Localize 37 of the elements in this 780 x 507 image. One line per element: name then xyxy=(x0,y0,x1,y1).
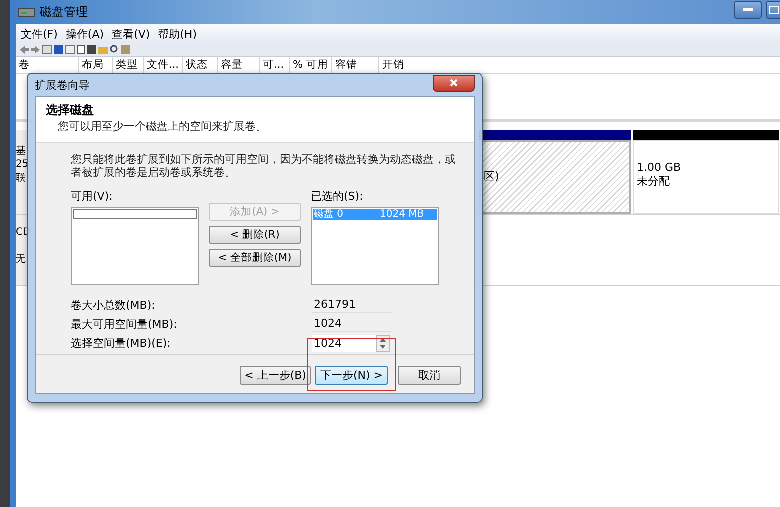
wizard-button[interactable]: 取消 xyxy=(398,366,461,384)
disk-label-text: 联 xyxy=(16,172,27,185)
partition-block[interactable]: 1.00 GB 未分配 xyxy=(633,140,779,214)
list-button[interactable]: < 删除(R) xyxy=(209,226,301,244)
dialog-title: 扩展卷向导 xyxy=(35,78,90,92)
menu-item[interactable]: 文件(F) xyxy=(20,27,59,42)
minimize-icon xyxy=(743,8,753,12)
disk-label-text: 基 xyxy=(16,144,27,158)
list-label: 已选的(S): xyxy=(311,189,364,204)
forward-arrow-icon[interactable] xyxy=(31,46,40,54)
spin-input-field[interactable]: 1024 xyxy=(312,335,376,352)
field-label: 选择空间量(MB)(E): xyxy=(71,336,172,351)
menu-item[interactable]: 操作(A) xyxy=(64,27,106,42)
menu-item[interactable]: 查看(V) xyxy=(111,27,152,42)
wizard-button[interactable]: 下一步(N) > xyxy=(315,366,388,384)
disk-label-text: 无 xyxy=(16,253,27,266)
step-heading: 选择磁盘 xyxy=(46,102,95,119)
description-text: 您只能将此卷扩展到如下所示的可用空间，因为不能将磁盘转换为动态磁盘，或者被扩展的卷是启动卷或系统卷。 xyxy=(71,153,456,179)
list-label: 可用(V): xyxy=(71,189,114,204)
available-list[interactable] xyxy=(71,207,199,285)
close-button[interactable] xyxy=(433,74,475,92)
step-subheading: 您可以用至少一个磁盘上的空间来扩展卷。 xyxy=(57,119,268,134)
column-header[interactable]: 开销 xyxy=(379,57,426,73)
close-icon xyxy=(450,79,458,87)
field-label: 卷大小总数(MB): xyxy=(71,298,156,312)
readonly-field: 261791 xyxy=(312,297,392,313)
wizard-button[interactable]: < 上一步(B) xyxy=(240,366,312,384)
window-title: 磁盘管理 xyxy=(40,4,88,20)
maximize-button[interactable] xyxy=(766,1,780,19)
field-label: 最大可用空间量(MB): xyxy=(71,316,178,332)
back-arrow-icon[interactable] xyxy=(20,46,29,54)
spin-arrows[interactable] xyxy=(376,335,390,352)
readonly-field: 1024 xyxy=(312,316,392,332)
menu-item[interactable]: 帮助(H) xyxy=(157,27,198,42)
maximize-icon xyxy=(768,6,778,14)
list-button[interactable]: < 全部删除(M) xyxy=(209,249,301,267)
minimize-button[interactable] xyxy=(734,1,762,19)
